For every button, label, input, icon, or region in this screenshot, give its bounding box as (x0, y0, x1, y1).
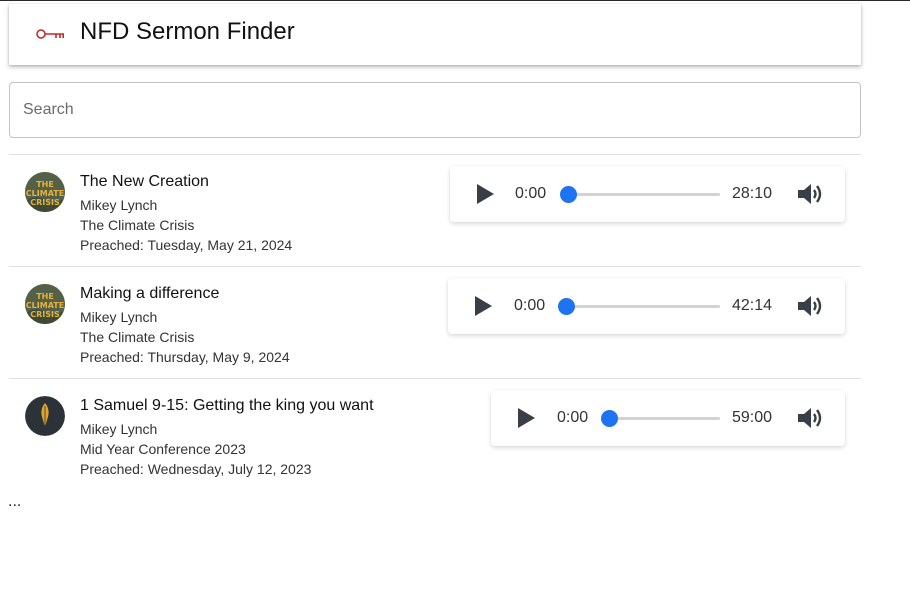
sermon-artwork: THE CLIMATE CRISIS (25, 172, 65, 212)
sermon-date: Preached: Tuesday, May 21, 2024 (80, 237, 293, 253)
sermon-list-item[interactable]: THE CLIMATE CRISIS Making a difference M… (9, 266, 861, 378)
the-climate-crisis-artwork-icon: THE CLIMATE CRISIS (25, 172, 65, 212)
sermon-list: THE CLIMATE CRISIS The New Creation Mike… (9, 154, 861, 490)
app-bar: NFD Sermon Finder (9, 4, 861, 65)
sermon-speaker: Mikey Lynch (80, 421, 158, 437)
sermon-title[interactable]: 1 Samuel 9-15: Getting the king you want (80, 396, 374, 416)
current-time: 0:00 (557, 409, 589, 426)
volume-icon[interactable] (796, 182, 824, 206)
sermon-speaker: Mikey Lynch (80, 197, 158, 213)
current-time: 0:00 (515, 185, 547, 202)
sermon-artwork: THE CLIMATE CRISIS (25, 284, 65, 324)
more-results-indicator: ... (8, 493, 22, 510)
play-icon[interactable] (472, 182, 496, 206)
progress-track[interactable] (566, 305, 720, 308)
volume-icon[interactable] (796, 406, 824, 430)
sermon-list-item[interactable]: THE CLIMATE CRISIS The New Creation Mike… (9, 154, 861, 266)
sermon-title[interactable]: The New Creation (80, 172, 292, 192)
sermon-details: 1 Samuel 9-15: Getting the king you want… (80, 396, 374, 479)
svg-text:CRISIS: CRISIS (30, 310, 60, 319)
sermon-series: The Climate Crisis (80, 329, 195, 345)
search-input[interactable] (10, 83, 843, 137)
play-icon[interactable] (513, 406, 537, 430)
play-icon[interactable] (470, 294, 494, 318)
duration: 42:14 (732, 297, 773, 314)
svg-text:CLIMATE: CLIMATE (26, 301, 64, 310)
audio-player: 0:00 28:10 (450, 166, 845, 222)
progress-thumb[interactable] (601, 410, 618, 427)
key-icon (36, 29, 65, 39)
sermon-details: The New Creation Mikey Lynch The Climate… (80, 172, 292, 255)
svg-text:THE: THE (36, 180, 54, 189)
sermon-date: Preached: Wednesday, July 12, 2023 (80, 461, 312, 477)
duration: 28:10 (732, 185, 773, 202)
svg-text:THE: THE (36, 292, 54, 301)
sermon-speaker: Mikey Lynch (80, 309, 158, 325)
duration: 59:00 (732, 409, 773, 426)
current-time: 0:00 (514, 297, 546, 314)
svg-text:CRISIS: CRISIS (30, 198, 60, 207)
progress-track[interactable] (568, 193, 720, 196)
sermon-series: Mid Year Conference 2023 (80, 441, 246, 457)
sermon-title[interactable]: Making a difference (80, 284, 290, 304)
progress-track[interactable] (609, 417, 720, 420)
sermon-series: The Climate Crisis (80, 217, 195, 233)
svg-text:CLIMATE: CLIMATE (26, 189, 64, 198)
progress-thumb[interactable] (558, 298, 575, 315)
the-climate-crisis-artwork-icon: THE CLIMATE CRISIS (25, 284, 65, 324)
sermon-list-item[interactable]: 1 Samuel 9-15: Getting the king you want… (9, 378, 861, 490)
audio-player: 0:00 59:00 (491, 390, 845, 446)
volume-icon[interactable] (796, 294, 824, 318)
sermon-details: Making a difference Mikey Lynch The Clim… (80, 284, 290, 367)
search-field[interactable] (9, 82, 861, 138)
app-title: NFD Sermon Finder (80, 18, 295, 45)
audio-player: 0:00 42:14 (448, 278, 845, 334)
progress-thumb[interactable] (560, 186, 577, 203)
feather-icon (25, 396, 65, 436)
sermon-date: Preached: Thursday, May 9, 2024 (80, 349, 290, 365)
sermon-artwork (25, 396, 65, 436)
